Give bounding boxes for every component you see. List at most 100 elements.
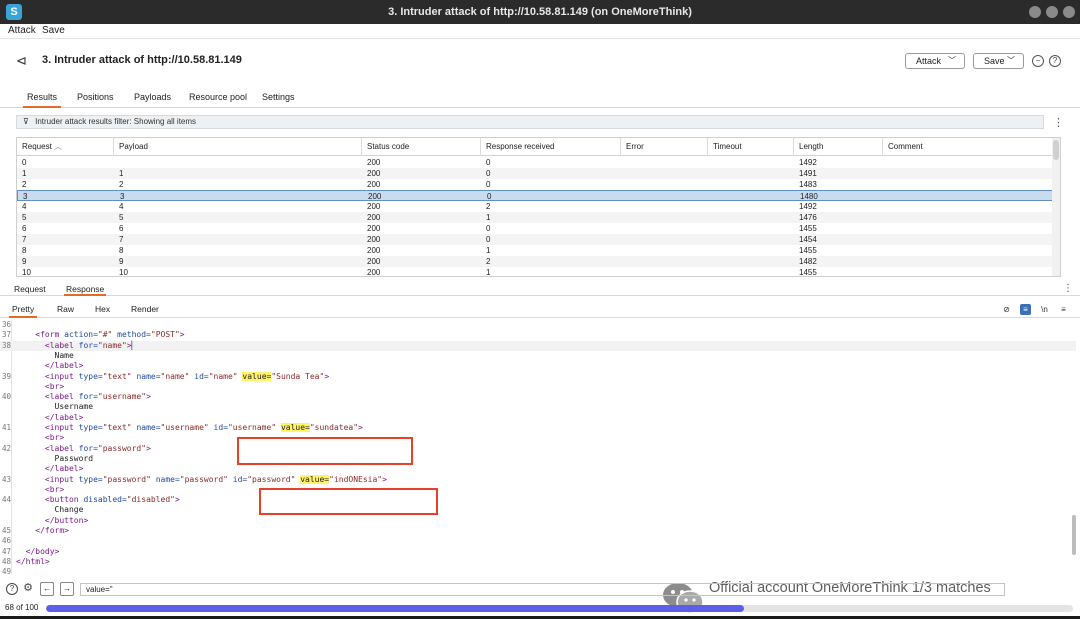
tab-render[interactable]: Render: [128, 304, 162, 318]
table-row[interactable]: 0 200 0 1492: [17, 157, 1053, 168]
code-token: "POST": [150, 330, 180, 340]
back-icon[interactable]: ⊲: [16, 53, 27, 69]
column-header-error[interactable]: Error: [621, 138, 708, 156]
stop-icon[interactable]: −: [1032, 55, 1044, 67]
save-dropdown-button[interactable]: Save ﹀: [973, 53, 1024, 69]
column-header-request[interactable]: Request ︿: [17, 138, 114, 156]
menu-attack[interactable]: Attack: [8, 25, 36, 36]
code-token: <label: [44, 392, 79, 402]
tab-positions[interactable]: Positions: [73, 92, 118, 108]
tab-raw[interactable]: Raw: [54, 304, 77, 318]
tab-settings[interactable]: Settings: [258, 92, 299, 108]
code-text: <form action="#" method="POST">: [16, 330, 185, 340]
editor-scrollbar[interactable]: [1072, 320, 1076, 574]
code-token: id=: [189, 371, 209, 381]
response-editor[interactable]: 36 37 <form action="#" method="POST"> 38 <…: [0, 320, 1076, 574]
scrollbar-thumb[interactable]: [1072, 515, 1076, 555]
cell-length: 1476: [799, 213, 817, 222]
cell-response-received: 0: [486, 169, 491, 178]
tab-resource-pool[interactable]: Resource pool: [185, 92, 251, 108]
minimize-icon[interactable]: [1029, 6, 1041, 18]
menu-icon[interactable]: ≡: [1058, 304, 1069, 315]
chevron-down-icon: ﹀: [948, 56, 956, 65]
column-header-payload[interactable]: Payload: [114, 138, 362, 156]
code-token: disabled=: [83, 495, 127, 505]
table-row[interactable]: 8 8 200 1 1455: [17, 245, 1053, 256]
code-token: </body>: [25, 546, 60, 556]
word-wrap-icon[interactable]: ≡: [1020, 304, 1031, 315]
cell-response-received: 0: [486, 224, 491, 233]
code-token: "disabled": [126, 495, 175, 505]
help-icon[interactable]: ?: [6, 583, 18, 595]
annotation-box-username: [237, 437, 413, 465]
code-line: 45 </form>: [0, 526, 1076, 536]
code-text: <button disabled="disabled">: [16, 495, 180, 505]
attack-dropdown-button[interactable]: Attack ﹀: [905, 53, 965, 69]
code-token: >: [179, 330, 185, 340]
cell-status-code: 200: [367, 246, 381, 255]
kebab-menu-icon[interactable]: ⋮: [1063, 283, 1073, 294]
search-input[interactable]: value=": [80, 583, 1005, 596]
tab-pretty[interactable]: Pretty: [9, 304, 38, 318]
cell-status-code: 200: [367, 180, 381, 189]
table-row[interactable]: 3 3 200 0 1480: [17, 190, 1053, 201]
next-match-button[interactable]: →: [60, 582, 74, 596]
table-row[interactable]: 7 7 200 0 1454: [17, 234, 1053, 245]
cell-response-received: 0: [486, 235, 491, 244]
code-token: "username": [160, 423, 214, 432]
code-token: >: [358, 423, 363, 432]
previous-match-button[interactable]: ←: [40, 582, 54, 596]
code-token: value=: [280, 423, 310, 432]
intruder-attack-window: Attack Save ⊲ 3. Intruder attack of http…: [0, 24, 1080, 616]
code-token: "sundatea": [309, 423, 359, 432]
tab-response[interactable]: Response: [64, 284, 107, 296]
cell-length: 1455: [799, 224, 817, 233]
kebab-menu-icon[interactable]: ⋮: [1053, 116, 1064, 129]
code-token: for=: [78, 392, 98, 402]
maximize-icon[interactable]: [1046, 6, 1058, 18]
column-header-comment[interactable]: Comment: [883, 138, 1053, 156]
tab-hex[interactable]: Hex: [92, 304, 113, 318]
attack-progress-bar: [46, 605, 1073, 612]
column-header-response-received[interactable]: Response received: [481, 138, 621, 156]
cell-payload: 6: [119, 224, 124, 233]
cell-length: 1482: [799, 257, 817, 266]
help-icon[interactable]: ?: [1049, 55, 1061, 67]
newline-icon[interactable]: \n: [1039, 304, 1050, 315]
close-icon[interactable]: [1063, 6, 1075, 18]
cell-request: 0: [22, 158, 27, 167]
code-token: method=: [112, 330, 151, 340]
column-header-length[interactable]: Length: [794, 138, 883, 156]
table-row[interactable]: 2 2 200 0 1483: [17, 179, 1053, 190]
table-row[interactable]: 5 5 200 1 1476: [17, 212, 1053, 223]
table-row[interactable]: 10 10 200 1 1455: [17, 267, 1053, 276]
results-filter-bar[interactable]: ⊽ Intruder attack results filter: Showin…: [16, 115, 1044, 129]
save-button-label: Save: [984, 56, 1005, 66]
column-header-timeout[interactable]: Timeout: [708, 138, 794, 156]
tab-payloads[interactable]: Payloads: [130, 92, 175, 108]
table-row[interactable]: 1 1 200 0 1491: [17, 168, 1053, 179]
line-number: 45: [1, 526, 11, 535]
tab-results[interactable]: Results: [23, 92, 62, 108]
attack-button-label: Attack: [916, 56, 942, 66]
code-line: </label>: [0, 361, 1076, 371]
code-token: >: [174, 495, 180, 505]
table-row[interactable]: 4 4 200 2 1492: [17, 201, 1053, 212]
gear-icon[interactable]: ⚙: [22, 583, 34, 595]
code-line: 48 </html>: [0, 557, 1076, 567]
code-line: <br>: [0, 382, 1076, 392]
cell-payload: 1: [119, 169, 124, 178]
line-number: 39: [1, 371, 11, 381]
table-row[interactable]: 9 9 200 2 1482: [17, 256, 1053, 267]
tab-request[interactable]: Request: [12, 284, 48, 296]
menu-save[interactable]: Save: [42, 25, 65, 36]
hide-whitespace-icon[interactable]: ⊘: [1001, 304, 1012, 315]
table-row[interactable]: 6 6 200 0 1455: [17, 223, 1053, 234]
table-scrollbar[interactable]: [1052, 138, 1060, 276]
scrollbar-thumb[interactable]: [1053, 140, 1059, 160]
code-token: "indONEsia": [329, 474, 383, 484]
column-header-status-code[interactable]: Status code: [362, 138, 481, 156]
